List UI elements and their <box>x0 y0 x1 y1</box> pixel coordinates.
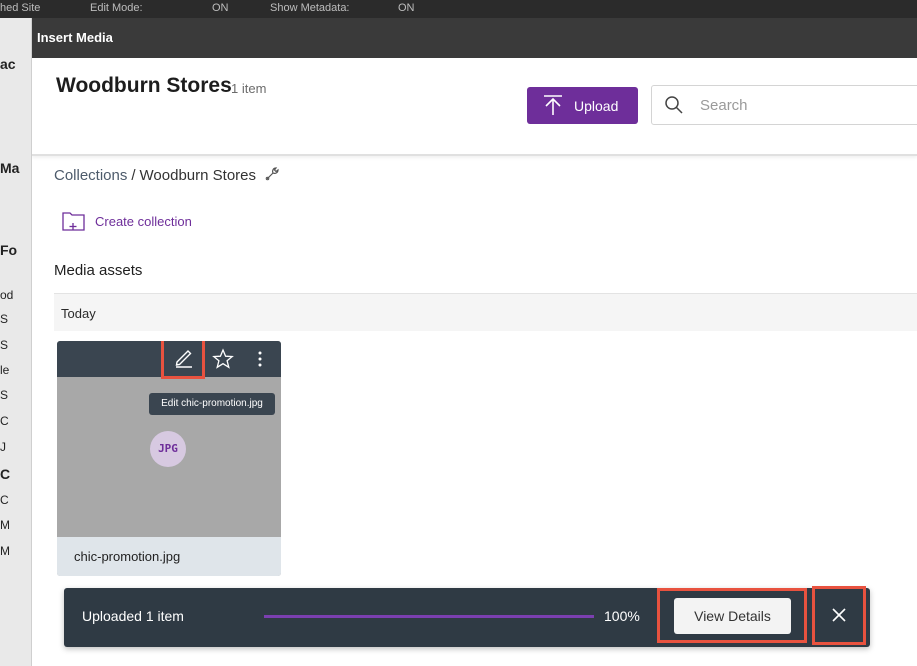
bg-frag: C <box>0 466 11 482</box>
folder-plus-icon <box>62 212 85 231</box>
bg-frag: Ma <box>0 160 20 176</box>
upload-progress-percent: 100% <box>604 608 640 624</box>
asset-filename: chic-promotion.jpg <box>74 549 181 564</box>
bg-frag: C <box>0 414 9 428</box>
upload-status-text: Uploaded 1 item <box>82 608 184 624</box>
upload-progress-fill <box>264 615 594 618</box>
close-toast-button[interactable] <box>812 586 866 645</box>
upload-arrow-icon <box>544 95 562 115</box>
search-field[interactable] <box>651 85 917 125</box>
bg-edit-mode-value: ON <box>212 2 229 14</box>
search-input[interactable] <box>700 92 900 118</box>
edit-asset-button[interactable] <box>161 341 205 379</box>
bg-frag: S <box>0 312 9 326</box>
upload-toast: Uploaded 1 item 100% View Details <box>64 586 870 647</box>
view-details-button[interactable]: View Details <box>674 598 791 634</box>
bg-metadata-label: Show Metadata: <box>270 2 350 14</box>
asset-card-footer: chic-promotion.jpg <box>57 537 281 576</box>
bg-frag: M <box>0 518 10 532</box>
insert-media-modal: Insert Media Woodburn Stores 1 item Uplo… <box>32 18 917 666</box>
media-assets-heading: Media assets <box>54 262 143 279</box>
collection-item-count: 1 item <box>231 81 267 96</box>
upload-button-label: Upload <box>574 98 619 114</box>
collection-toolbar: Woodburn Stores 1 item Upload <box>32 58 917 156</box>
modal-title: Insert Media <box>37 30 113 45</box>
edit-pencil-icon <box>175 350 192 368</box>
background-sidebar: ac Ma Fo od S S le S C J C C M M <box>0 18 32 666</box>
bg-edit-mode-label: Edit Mode: <box>90 2 143 14</box>
background-topbar: hed Site Edit Mode: ON Show Metadata: ON <box>0 0 917 18</box>
date-group-row: Today <box>54 293 917 331</box>
upload-progress-bar <box>264 615 594 618</box>
edit-tooltip: Edit chic-promotion.jpg <box>149 393 275 415</box>
breadcrumb-collections-link[interactable]: Collections <box>54 167 127 184</box>
close-icon <box>832 608 846 622</box>
date-group-label: Today <box>61 306 96 321</box>
view-details-highlight: View Details <box>657 588 807 643</box>
bg-frag: le <box>0 363 10 377</box>
bg-frag: M <box>0 544 10 558</box>
breadcrumb: Collections / Woodburn Stores <box>54 166 280 184</box>
file-type-badge: JPG <box>150 431 186 467</box>
magnifier-icon <box>665 96 683 114</box>
bg-frag: S <box>0 338 9 352</box>
star-icon[interactable] <box>212 348 234 370</box>
bg-frag: C <box>0 493 9 507</box>
bg-frag: J <box>0 440 6 454</box>
collection-title: Woodburn Stores <box>56 74 232 97</box>
breadcrumb-separator: / <box>131 167 136 184</box>
bg-frag: S <box>0 388 9 402</box>
more-vertical-icon[interactable] <box>253 348 267 370</box>
bg-frag: od <box>0 288 14 302</box>
create-collection-label: Create collection <box>95 214 192 229</box>
asset-card[interactable]: chic-promotion.jpg Edit chic-promotion.j… <box>57 341 281 576</box>
breadcrumb-current: Woodburn Stores <box>139 167 257 184</box>
bg-metadata-value: ON <box>398 2 415 14</box>
upload-button[interactable]: Upload <box>527 87 638 124</box>
bg-site-label: hed Site <box>0 2 41 14</box>
bg-frag: ac <box>0 56 16 72</box>
bg-frag: Fo <box>0 242 18 258</box>
wrench-icon[interactable] <box>264 166 280 182</box>
modal-header: Insert Media <box>32 18 917 58</box>
